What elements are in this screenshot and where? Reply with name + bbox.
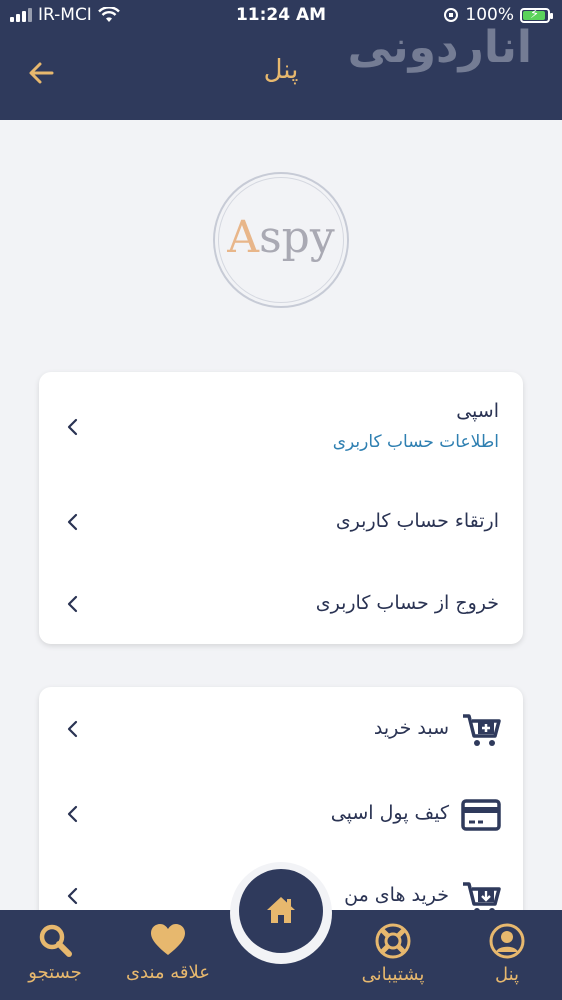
profile-name: اسپی xyxy=(456,400,499,422)
battery-icon: ⚡ xyxy=(520,7,553,23)
account-info-link[interactable]: اطلاعات حساب کاربری xyxy=(333,432,499,452)
upgrade-account-label: ارتقاء حساب کاربری xyxy=(335,510,499,532)
add-to-cart-icon xyxy=(463,714,501,746)
wallet-label: کیف پول اسپی xyxy=(330,802,449,824)
nav-search[interactable]: جستجو xyxy=(0,922,110,983)
nav-panel-label: پنل xyxy=(494,964,520,985)
wallet-row[interactable]: کیف پول اسپی xyxy=(39,787,523,847)
chevron-left-icon xyxy=(67,595,78,613)
home-icon xyxy=(267,897,295,923)
profile-row[interactable]: اسپی اطلاعات حساب کاربری xyxy=(39,392,523,462)
chevron-left-icon xyxy=(67,418,78,436)
upgrade-account-row[interactable]: ارتقاء حساب کاربری xyxy=(39,492,523,552)
nav-support[interactable]: پشتیبانی xyxy=(338,922,448,985)
heart-icon xyxy=(151,924,185,955)
brand-logo: Aspy xyxy=(213,172,349,308)
app-header: IR-MCI 11:24 AM 100% ⚡ پنل اناردونی xyxy=(0,0,562,120)
credit-card-icon xyxy=(461,799,501,831)
logout-row[interactable]: خروج از حساب کاربری xyxy=(39,572,523,632)
chevron-left-icon xyxy=(67,513,78,531)
nav-search-label: جستجو xyxy=(28,962,82,983)
user-profile-icon xyxy=(489,923,525,959)
nav-favorites[interactable]: علاقه مندی xyxy=(113,922,223,983)
cart-row[interactable]: سبد خرید xyxy=(39,702,523,762)
chevron-left-icon xyxy=(67,720,78,738)
orientation-lock-icon xyxy=(444,8,459,22)
nav-panel[interactable]: پنل xyxy=(452,922,562,985)
cart-label: سبد خرید xyxy=(373,717,449,739)
home-button[interactable] xyxy=(239,869,323,953)
watermark-logo: اناردونی xyxy=(347,22,532,73)
account-card: اسپی اطلاعات حساب کاربری ارتقاء حساب کار… xyxy=(39,372,523,644)
search-icon xyxy=(39,924,72,957)
logout-label: خروج از حساب کاربری xyxy=(315,592,499,614)
lifebuoy-icon xyxy=(375,923,411,959)
purchases-label: خرید های من xyxy=(344,884,449,906)
chevron-left-icon xyxy=(67,805,78,823)
nav-favorites-label: علاقه مندی xyxy=(125,962,211,983)
nav-support-label: پشتیبانی xyxy=(361,964,425,985)
chevron-left-icon xyxy=(67,887,78,905)
brand-logo-text: Aspy xyxy=(227,212,335,263)
